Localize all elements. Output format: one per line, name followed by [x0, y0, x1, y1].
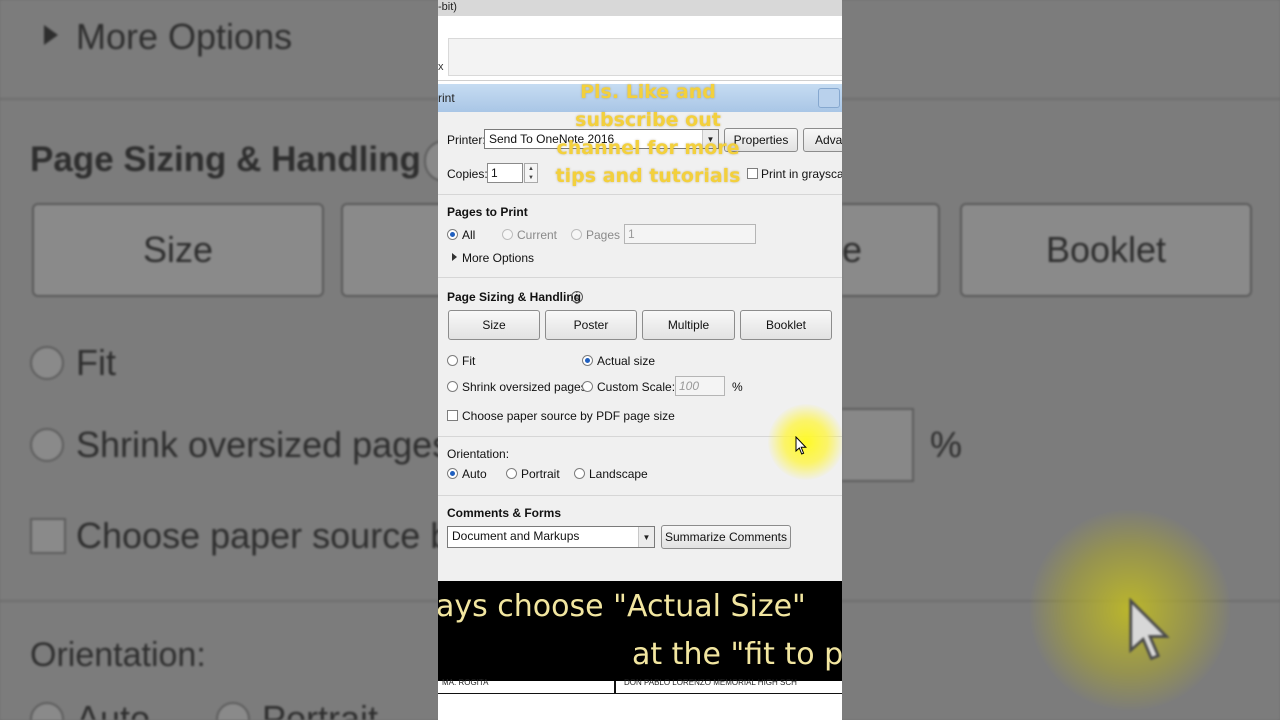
bg-page-sizing-heading: Page Sizing & Handling — [30, 140, 421, 179]
orientation-landscape-label: Landscape — [589, 467, 648, 481]
custom-scale-radio[interactable] — [582, 381, 593, 392]
copies-input[interactable]: 1 — [487, 163, 523, 183]
grayscale-label: Print in grayscale — [761, 167, 842, 181]
pages-range-input[interactable]: 1 — [624, 224, 756, 244]
actual-size-radio[interactable] — [582, 355, 593, 366]
copies-stepper[interactable]: ▲ ▼ — [524, 163, 538, 183]
booklet-button[interactable]: Booklet — [740, 310, 832, 340]
video-caption-box: ays choose "Actual Size" at the "fit to … — [438, 581, 842, 681]
bg-size-button: Size — [32, 203, 324, 297]
bg-orientation-heading: Orientation: — [30, 636, 206, 674]
pages-all-radio[interactable] — [447, 229, 458, 240]
advanced-button[interactable]: Adva — [803, 128, 842, 152]
pages-to-print-heading: Pages to Print — [447, 205, 528, 219]
pages-range-radio[interactable] — [571, 229, 582, 240]
orientation-portrait-label: Portrait — [521, 467, 560, 481]
bg-booklet-button: Booklet — [960, 203, 1252, 297]
bg-more-options-label: More Options — [76, 16, 293, 57]
orientation-heading: Orientation: — [447, 447, 510, 461]
document-cell-right: DON PABLO LORENZO MEMORIAL HIGH SCH — [624, 678, 797, 687]
orientation-landscape-radio[interactable] — [574, 468, 585, 479]
cursor-icon — [795, 436, 807, 455]
print-dialog-title: rint — [438, 91, 455, 105]
printer-label: Printer: — [447, 133, 486, 147]
pages-current-label: Current — [517, 228, 558, 242]
bg-shrink-label: Shrink oversized pages — [76, 424, 451, 465]
orientation-portrait-radio[interactable] — [506, 468, 517, 479]
fit-label: Fit — [462, 354, 476, 368]
bg-multiple-button-edge: e — [842, 203, 940, 297]
multiple-button[interactable]: Multiple — [642, 310, 735, 340]
shrink-oversized-label: Shrink oversized pages — [462, 380, 587, 394]
app-title-bar: -bit) — [438, 0, 842, 16]
poster-button[interactable]: Poster — [545, 310, 637, 340]
toolbar-edge-glyph: x — [438, 61, 444, 73]
bg-portrait-label: Portrait — [262, 698, 379, 720]
summarize-comments-button[interactable]: Summarize Comments — [661, 525, 791, 549]
bg-auto-label: Auto — [76, 698, 151, 720]
paper-source-label: Choose paper source by PDF page size — [462, 409, 675, 423]
bg-expand-triangle-icon — [44, 25, 58, 45]
expand-triangle-icon[interactable] — [452, 253, 457, 261]
info-icon[interactable]: i — [571, 291, 583, 303]
pages-all-label: All — [462, 228, 476, 242]
section-divider — [438, 495, 842, 496]
comments-forms-select[interactable]: Document and Markups ▼ — [447, 526, 655, 548]
bg-auto-radio — [30, 702, 64, 720]
promo-overlay-text: Pls. Like and subscribe out channel for … — [555, 81, 741, 187]
fit-radio[interactable] — [447, 355, 458, 366]
section-divider — [438, 194, 842, 195]
document-cell-left: MA. ROGITA — [442, 678, 489, 687]
document-cell-divider — [614, 681, 616, 693]
bg-shrink-radio — [30, 428, 64, 462]
more-options-toggle[interactable]: More Options — [462, 251, 534, 265]
chevron-down-icon[interactable]: ▼ — [638, 527, 654, 547]
comments-forms-heading: Comments & Forms — [447, 506, 562, 520]
size-button[interactable]: Size — [448, 310, 540, 340]
bg-percent-label: % — [930, 424, 963, 465]
pages-current-radio[interactable] — [502, 229, 513, 240]
shrink-oversized-radio[interactable] — [447, 381, 458, 392]
paper-source-checkbox[interactable] — [447, 410, 458, 421]
bg-poster-button-edge — [341, 203, 440, 297]
app-toolbar: x — [438, 16, 842, 81]
orientation-auto-label: Auto — [462, 467, 487, 481]
document-table-row: MA. ROGITA DON PABLO LORENZO MEMORIAL HI… — [438, 678, 842, 694]
orientation-auto-radio[interactable] — [447, 468, 458, 479]
pages-range-label: Pages — [586, 228, 621, 242]
bg-cursor-icon — [1129, 598, 1170, 661]
bg-custom-scale-input — [842, 408, 914, 482]
comments-forms-value: Document and Markups — [452, 529, 580, 543]
bg-portrait-radio — [216, 702, 250, 720]
bg-fit-label: Fit — [76, 342, 116, 383]
print-dialog-strip: -bit) x rint Printer: Send To OneNote 20… — [438, 0, 842, 720]
bg-paper-source-label: Choose paper source b — [76, 515, 451, 556]
caption-line-1: ays choose "Actual Size" — [438, 589, 806, 624]
copies-label: Copies: — [447, 167, 488, 181]
bg-fit-radio — [30, 346, 64, 380]
percent-label: % — [732, 380, 743, 394]
custom-scale-label: Custom Scale: — [597, 380, 676, 394]
caption-line-2: at the "fit to p — [632, 637, 842, 672]
custom-scale-input[interactable]: 100 — [675, 376, 725, 396]
section-divider — [438, 277, 842, 278]
stepper-down-icon[interactable]: ▼ — [525, 173, 537, 182]
app-title-fragment: -bit) — [438, 1, 457, 13]
bg-paper-source-checkbox — [30, 518, 66, 554]
actual-size-label: Actual size — [597, 354, 656, 368]
title-bar-icon[interactable] — [818, 88, 840, 108]
page-sizing-heading: Page Sizing & Handling — [447, 290, 582, 304]
toolbar-panel — [448, 38, 842, 76]
stepper-up-icon[interactable]: ▲ — [525, 164, 537, 173]
document-page-sliver: MA. ROGITA DON PABLO LORENZO MEMORIAL HI… — [438, 678, 842, 720]
